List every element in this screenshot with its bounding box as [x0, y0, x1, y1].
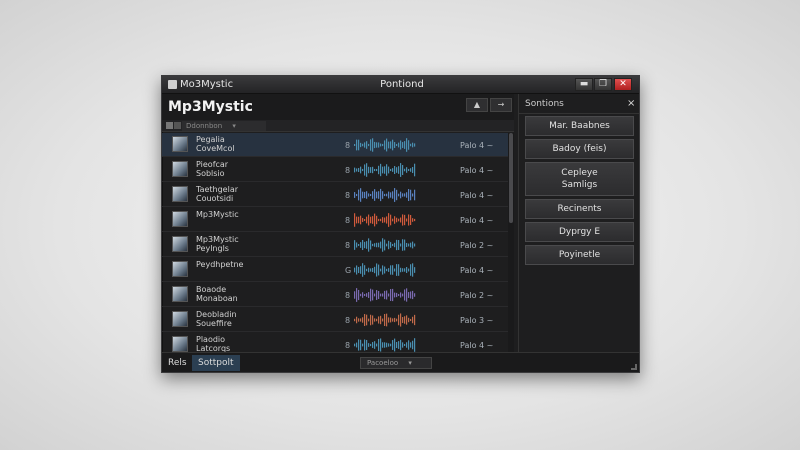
sidebar-close-icon[interactable]: × — [627, 98, 635, 109]
app-window: Mo3Mystic Pontiond ▬ ❐ ✕ Mp3Mystic ▲ → D… — [161, 75, 640, 373]
sidebar-title: Sontions — [525, 99, 564, 109]
album-art-thumbnail — [172, 286, 188, 302]
track-status: Palo 2 ~ — [460, 291, 494, 300]
tab-rels[interactable]: Rels — [162, 355, 193, 371]
track-status: Palo 4 ~ — [460, 266, 494, 275]
nav-up-button[interactable]: ▲ — [466, 98, 488, 112]
waveform-icon — [354, 313, 416, 327]
album-art-thumbnail — [172, 136, 188, 152]
track-status: Palo 4 ~ — [460, 341, 494, 350]
sort-icon[interactable] — [166, 122, 173, 129]
app-logo-icon — [168, 80, 177, 89]
track-title: Pieofcar Soblsio — [196, 160, 229, 178]
track-number: 8 — [345, 191, 351, 200]
filter-dropdown[interactable]: Ddonnbon ▾ — [182, 121, 266, 131]
track-number: 8 — [345, 291, 351, 300]
sidebar-button-3[interactable]: Cepleye Samligs — [525, 162, 634, 196]
title-bar: Mo3Mystic Pontiond ▬ ❐ ✕ — [162, 76, 639, 94]
waveform-icon — [354, 338, 416, 352]
list-toolbar: Ddonnbon ▾ — [162, 120, 514, 132]
track-number: 8 — [345, 141, 351, 150]
scrollbar-thumb[interactable] — [509, 133, 513, 223]
track-status: Palo 2 ~ — [460, 241, 494, 250]
track-title: Deobladin Soueffire — [196, 310, 237, 328]
chevron-down-icon: ▾ — [232, 122, 236, 130]
sidebar-button-1[interactable]: Mar. Baabnes — [525, 116, 634, 136]
chevron-down-icon: ▾ — [408, 359, 412, 367]
track-title: Taethgelar Couotsidi — [196, 185, 239, 203]
status-dropdown[interactable]: Pacoeloo ▾ — [360, 357, 432, 369]
table-row[interactable]: Pegalia CoveMcol 8 Palo 4 ~ — [162, 133, 508, 157]
track-status: Palo 4 ~ — [460, 166, 494, 175]
vertical-scrollbar[interactable] — [508, 133, 514, 358]
track-status: Palo 3 ~ — [460, 316, 494, 325]
waveform-icon — [354, 263, 416, 277]
album-art-thumbnail — [172, 311, 188, 327]
table-row[interactable]: Mp3Mystic Peylngls 8 Palo 2 ~ — [162, 233, 508, 257]
table-row[interactable]: Mp3Mystic 8 Palo 4 ~ — [162, 208, 508, 232]
waveform-icon — [354, 138, 416, 152]
track-title: Mp3Mystic — [196, 210, 239, 219]
waveform-icon — [354, 163, 416, 177]
album-art-thumbnail — [172, 336, 188, 352]
table-row[interactable]: Boaode Monaboan 8 Palo 2 ~ — [162, 283, 508, 307]
track-number: 8 — [345, 216, 351, 225]
track-status: Palo 4 ~ — [460, 191, 494, 200]
album-art-thumbnail — [172, 261, 188, 277]
status-bar: Rels Sottpolt Pacoeloo ▾ — [162, 352, 639, 372]
table-row[interactable]: Deobladin Soueffire 8 Palo 3 ~ — [162, 308, 508, 332]
track-number: 8 — [345, 341, 351, 350]
track-number: 8 — [345, 166, 351, 175]
track-title: Mp3Mystic Peylngls — [196, 235, 239, 253]
main-header: Mp3Mystic ▲ → — [162, 94, 514, 120]
app-name: Mo3Mystic — [168, 79, 233, 90]
track-title: Pegalia CoveMcol — [196, 135, 235, 153]
window-tab-title: Pontiond — [380, 79, 424, 90]
filter-label: Ddonnbon — [186, 122, 223, 130]
app-name-label: Mo3Mystic — [180, 79, 234, 90]
track-status: Palo 4 ~ — [460, 216, 494, 225]
table-row[interactable]: Taethgelar Couotsidi 8 Palo 4 ~ — [162, 183, 508, 207]
track-title: Plaodio Latcorqs — [196, 335, 231, 353]
table-row[interactable]: Pieofcar Soblsio 8 Palo 4 ~ — [162, 158, 508, 182]
status-dropdown-label: Pacoeloo — [367, 359, 399, 367]
waveform-icon — [354, 213, 416, 227]
track-title: Boaode Monaboan — [196, 285, 238, 303]
sidebar-button-4[interactable]: Recinents — [525, 199, 634, 219]
album-art-thumbnail — [172, 186, 188, 202]
waveform-icon — [354, 188, 416, 202]
maximize-button[interactable]: ❐ — [594, 78, 612, 91]
resize-grip-icon[interactable] — [631, 364, 637, 370]
track-number: 8 — [345, 316, 351, 325]
album-art-thumbnail — [172, 236, 188, 252]
track-list: Pegalia CoveMcol 8 Palo 4 ~ Pieofcar Soblsi… — [162, 133, 508, 358]
track-number: 8 — [345, 241, 351, 250]
waveform-icon — [354, 238, 416, 252]
nav-next-button[interactable]: → — [490, 98, 512, 112]
album-art-thumbnail — [172, 161, 188, 177]
sidebar-panel: Sontions × Mar. Baabnes Badoy (feis) Cep… — [518, 94, 639, 352]
table-row[interactable]: Peydhpetne G Palo 4 ~ — [162, 258, 508, 282]
minimize-button[interactable]: ▬ — [575, 78, 593, 91]
track-number: G — [345, 266, 352, 275]
sidebar-button-2[interactable]: Badoy (feis) — [525, 139, 634, 159]
sidebar-button-5[interactable]: Dyprgy E — [525, 222, 634, 242]
track-status: Palo 4 ~ — [460, 141, 494, 150]
waveform-icon — [354, 288, 416, 302]
sidebar-header: Sontions × — [519, 94, 639, 114]
close-button[interactable]: ✕ — [614, 78, 632, 91]
track-title: Peydhpetne — [196, 260, 244, 269]
view-icon[interactable] — [174, 122, 181, 129]
sidebar-button-6[interactable]: Poyinetle — [525, 245, 634, 265]
album-art-thumbnail — [172, 211, 188, 227]
tab-sottpolt[interactable]: Sottpolt — [192, 355, 240, 371]
page-title: Mp3Mystic — [168, 99, 253, 115]
